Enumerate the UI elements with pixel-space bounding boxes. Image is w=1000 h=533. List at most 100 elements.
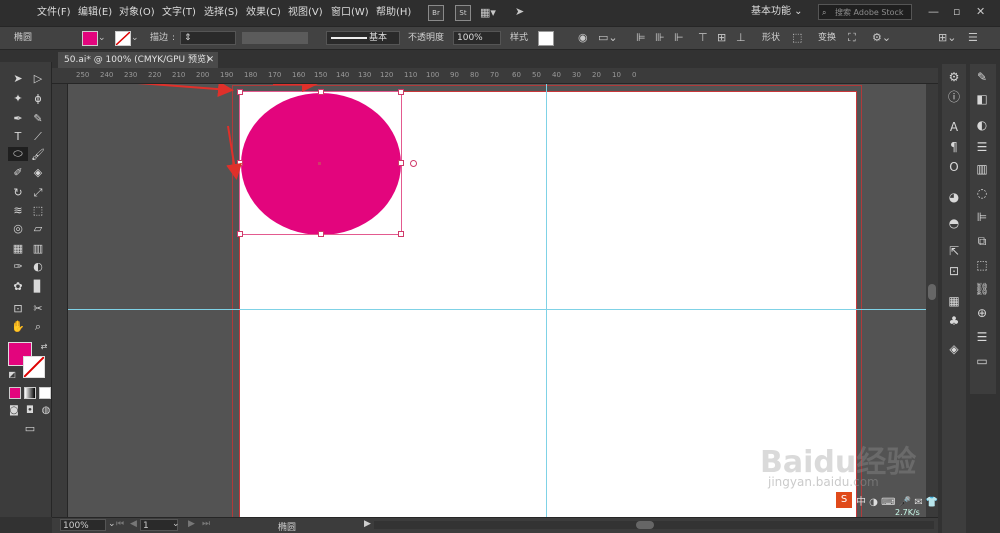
menu-view[interactable]: 视图(V) <box>288 0 323 26</box>
gradient-panel-icon[interactable]: ▥ <box>970 160 994 178</box>
pathfinder-icon[interactable]: ⧉ <box>970 232 994 250</box>
character-icon[interactable]: A <box>942 118 966 136</box>
selection-tool-icon[interactable]: ➤ <box>10 72 26 86</box>
slice-tool-icon[interactable]: ✂ <box>30 302 46 316</box>
direct-selection-tool-icon[interactable]: ▷ <box>30 72 46 86</box>
perspective-grid-tool-icon[interactable]: ▱ <box>30 222 46 236</box>
appearance-icon[interactable]: ◕ <box>942 188 966 206</box>
variable-width-profile[interactable] <box>242 32 308 44</box>
bridge-button[interactable]: Br <box>428 5 444 21</box>
resize-handle[interactable] <box>318 231 324 237</box>
graphic-styles-icon[interactable]: ◓ <box>942 214 966 232</box>
chevron-down-icon[interactable]: ⌄ <box>131 31 139 45</box>
resize-handle[interactable] <box>237 89 243 95</box>
chevron-down-icon[interactable]: ⌄ <box>98 31 106 45</box>
brush-definition-dropdown[interactable]: 基本 <box>326 31 400 45</box>
isolate-icon[interactable]: ⛶ <box>848 31 856 45</box>
color-guide-icon[interactable]: ◧ <box>970 90 994 108</box>
zoom-tool-icon[interactable]: ⌕ <box>30 320 46 334</box>
opentype-icon[interactable]: O <box>942 158 966 176</box>
last-artboard-icon[interactable]: ⏭ <box>202 519 210 529</box>
eyedropper-tool-icon[interactable]: ✑ <box>10 260 26 274</box>
line-tool-icon[interactable]: ⟋ <box>30 130 46 144</box>
close-icon[interactable]: ✕ <box>976 5 985 19</box>
color-mode-icon[interactable] <box>9 387 21 399</box>
panel-menu-icon[interactable]: ⊞⌄ <box>938 31 956 45</box>
swatches-icon[interactable]: ▦ <box>942 292 966 310</box>
menu-edit[interactable]: 编辑(E) <box>78 0 112 26</box>
mesh-tool-icon[interactable]: ▦ <box>10 242 26 256</box>
stroke-swatch[interactable] <box>115 31 131 46</box>
paintbrush-tool-icon[interactable]: 🖌 <box>30 148 46 162</box>
navigator-icon[interactable]: ⊕ <box>970 304 994 322</box>
align-center-icon[interactable]: ⊪ <box>655 31 665 45</box>
color-icon[interactable]: ◐ <box>970 116 994 134</box>
vertical-scrollbar[interactable] <box>926 84 938 517</box>
libraries-icon[interactable]: ☰ <box>970 328 994 346</box>
gradient-tool-icon[interactable]: ▥ <box>30 242 46 256</box>
resize-handle[interactable] <box>237 231 243 237</box>
next-artboard-icon[interactable]: ▶ <box>188 519 195 529</box>
eraser-tool-icon[interactable]: ◈ <box>30 166 46 180</box>
recolor-icon[interactable]: ◉ <box>578 31 588 45</box>
chevron-down-icon[interactable]: ⌄ <box>172 519 180 529</box>
curvature-tool-icon[interactable]: ✎ <box>30 112 46 126</box>
resize-handle[interactable] <box>398 231 404 237</box>
blend-tool-icon[interactable]: ◐ <box>30 260 46 274</box>
pie-widget-handle[interactable] <box>410 160 417 167</box>
align-to-icon[interactable]: ▭⌄ <box>598 31 618 45</box>
magic-wand-tool-icon[interactable]: ✦ <box>10 92 26 106</box>
hamburger-menu-icon[interactable]: ☰ <box>968 31 978 45</box>
info-icon[interactable]: ⓘ <box>942 88 966 106</box>
puppet-warp-icon[interactable]: ⚙⌄ <box>872 31 891 45</box>
resize-handle[interactable] <box>237 160 243 166</box>
symbol-sprayer-tool-icon[interactable]: ✿ <box>10 280 26 294</box>
horizontal-scrollbar[interactable] <box>374 521 934 529</box>
transform-label[interactable]: 变换 <box>818 27 836 49</box>
menu-file[interactable]: 文件(F) <box>37 0 71 26</box>
links-icon[interactable]: ⛓ <box>970 280 994 298</box>
paragraph-icon[interactable]: ¶ <box>942 138 966 156</box>
menu-window[interactable]: 窗口(W) <box>331 0 369 26</box>
align-panel-icon[interactable]: ⊫ <box>970 208 994 226</box>
stroke-weight-field[interactable]: ⇕ <box>180 31 236 45</box>
menu-help[interactable]: 帮助(H) <box>376 0 411 26</box>
resize-handle[interactable] <box>318 89 324 95</box>
stroke-panel-icon[interactable]: ☰ <box>970 138 994 156</box>
shape-properties-icon[interactable]: ⬚ <box>792 31 802 45</box>
shape-builder-tool-icon[interactable]: ◎ <box>10 222 26 236</box>
scroll-thumb[interactable] <box>636 521 654 529</box>
artboard-tool-icon[interactable]: ⊡ <box>10 302 26 316</box>
align-middle-icon[interactable]: ⊞ <box>717 31 726 45</box>
menu-effect[interactable]: 效果(C) <box>246 0 281 26</box>
status-menu-icon[interactable]: ▶ <box>364 519 371 529</box>
document-tab[interactable]: 50.ai* @ 100% (CMYK/GPU 预览) ✕ <box>58 52 218 68</box>
restore-icon[interactable]: ▫ <box>953 5 960 19</box>
menu-object[interactable]: 对象(O) <box>119 0 155 26</box>
horizontal-guide[interactable] <box>68 309 938 310</box>
stock-search-input[interactable]: ⌕ 搜索 Adobe Stock <box>818 4 912 20</box>
fill-swatch[interactable] <box>82 31 98 46</box>
draw-normal-icon[interactable]: ◙ <box>6 404 22 418</box>
gradient-mode-icon[interactable] <box>24 387 36 399</box>
symbols-icon[interactable]: ♣ <box>942 312 966 330</box>
free-transform-tool-icon[interactable]: ⬚ <box>30 204 46 218</box>
swap-colors-icon[interactable]: ⇄ <box>36 340 52 354</box>
resize-handle[interactable] <box>398 89 404 95</box>
lasso-tool-icon[interactable]: ϕ <box>30 92 46 106</box>
opacity-field[interactable]: 100% <box>453 31 501 45</box>
chevron-down-icon[interactable]: ⌄ <box>108 519 116 529</box>
stroke-color-swatch[interactable] <box>23 356 45 378</box>
asset-export-icon[interactable]: ▭ <box>970 352 994 370</box>
artboards-icon[interactable]: ⊡ <box>942 262 966 280</box>
draw-behind-icon[interactable]: ◘ <box>22 404 38 418</box>
canvas[interactable]: Baidu经验 jingyan.baidu.com <box>68 84 938 517</box>
export-icon[interactable]: ⇱ <box>942 242 966 260</box>
zoom-field[interactable]: 100% <box>60 519 106 531</box>
align-top-icon[interactable]: ⊤ <box>698 31 708 45</box>
resize-handle[interactable] <box>398 160 404 166</box>
prev-artboard-icon[interactable]: ◀ <box>130 519 137 529</box>
scale-tool-icon[interactable]: ⤢ <box>30 186 46 200</box>
properties-icon[interactable]: ⚙ <box>942 68 966 86</box>
first-artboard-icon[interactable]: ⏮ <box>116 519 124 529</box>
